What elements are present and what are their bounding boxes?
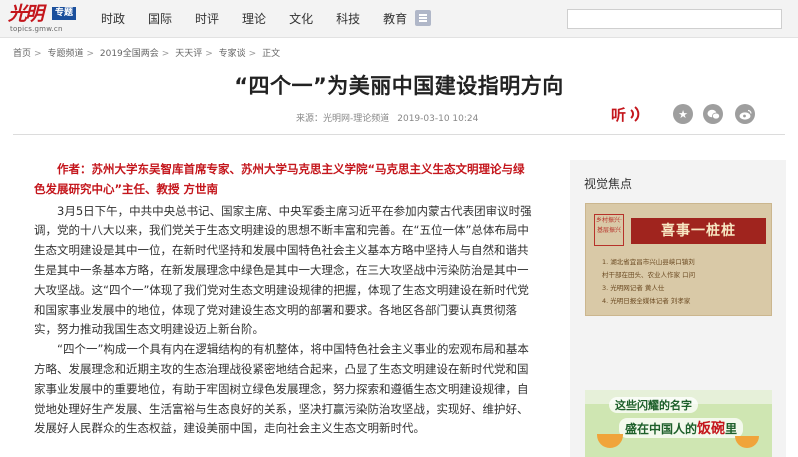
breadcrumb-tiantianping[interactable]: 天天评: [175, 49, 202, 59]
card1-headline: 喜事一桩桩: [631, 218, 766, 244]
article-body: 作者：苏州大学东吴智库首席专家、苏州大学马克思主义学院“马克思主义生态文明理论与…: [34, 160, 534, 439]
site-logo[interactable]: 光明 专题 topics.gmw.cn: [8, 3, 88, 35]
header-divider: [13, 134, 785, 135]
logo-brand: 光明: [8, 3, 44, 25]
visual-focus-card-2[interactable]: 这些闪耀的名字 盛在中国人的饭碗里: [585, 390, 772, 457]
nav-item-keji[interactable]: 科技: [336, 0, 360, 38]
breadcrumb: 首页 > 专题频道 > 2019全国两会 > 天天评 > 专家谈 > 正文: [13, 49, 281, 59]
card1-tag: 乡村振兴·基层振兴: [594, 214, 624, 246]
listen-icon[interactable]: 听: [611, 103, 645, 125]
svg-text:听: 听: [611, 106, 626, 124]
nav-item-shiping[interactable]: 时评: [195, 0, 219, 38]
nav-item-lilun[interactable]: 理论: [242, 0, 266, 38]
nav-item-shizheng[interactable]: 时政: [101, 0, 125, 38]
logo-url: topics.gmw.cn: [10, 25, 63, 33]
card1-caption: 1. 湖北省宜昌市兴山县峡口镇刘 村干部在田头、农业人作家 口问 3. 光明网记…: [602, 258, 696, 305]
breadcrumb-home[interactable]: 首页: [13, 49, 31, 59]
article-source[interactable]: 来源：光明网-理论频道: [296, 114, 389, 124]
search-input[interactable]: [567, 9, 782, 29]
article-paragraph: “四个一”构成一个具有内在逻辑结构的有机整体，将中国特色社会主义事业的宏观布局和…: [34, 342, 529, 436]
card2-line1: 这些闪耀的名字: [609, 397, 698, 413]
nav-item-jiaoyu[interactable]: 教育: [383, 0, 407, 38]
bowl-icon: [735, 436, 759, 448]
breadcrumb-topics[interactable]: 专题频道: [47, 49, 83, 59]
article-paragraph: 3月5日下午，中共中央总书记、国家主席、中央军委主席习近平在参加内蒙古代表团审议…: [34, 203, 532, 337]
weibo-icon[interactable]: [735, 104, 755, 124]
visual-focus-card-1[interactable]: 乡村振兴·基层振兴 喜事一桩桩 1. 湖北省宜昌市兴山县峡口镇刘 村干部在田头、…: [585, 203, 772, 316]
bowl-icon: [597, 434, 623, 448]
main-nav: 时政 国际 时评 理论 文化 科技 教育: [101, 0, 430, 38]
nav-item-wenhua[interactable]: 文化: [289, 0, 313, 38]
article-date: 2019-03-10 10:24: [397, 114, 479, 124]
breadcrumb-zhuanjiatan[interactable]: 专家谈: [219, 49, 246, 59]
breadcrumb-lianghui[interactable]: 2019全国两会: [100, 49, 159, 59]
wechat-icon[interactable]: [703, 104, 723, 124]
nav-item-guoji[interactable]: 国际: [148, 0, 172, 38]
breadcrumb-current: 正文: [262, 49, 281, 59]
sidebar-title: 视觉焦点: [584, 177, 633, 191]
star-icon[interactable]: ★: [673, 104, 693, 124]
top-nav-bar: 光明 专题 topics.gmw.cn 时政 国际 时评 理论 文化 科技 教育: [0, 0, 798, 38]
article-title: “四个一”为美丽中国建设指明方向: [234, 74, 564, 98]
sidebar: 视觉焦点 乡村振兴·基层振兴 喜事一桩桩 1. 湖北省宜昌市兴山县峡口镇刘 村干…: [570, 160, 786, 457]
logo-tag: 专题: [52, 7, 77, 20]
article-author: 作者：苏州大学东吴智库首席专家、苏州大学马克思主义学院“马克思主义生态文明理论与…: [34, 162, 525, 196]
menu-icon[interactable]: [415, 10, 431, 26]
article-meta: 来源：光明网-理论频道 2019-03-10 10:24: [296, 111, 478, 124]
card2-line2: 盛在中国人的饭碗里: [619, 418, 744, 438]
